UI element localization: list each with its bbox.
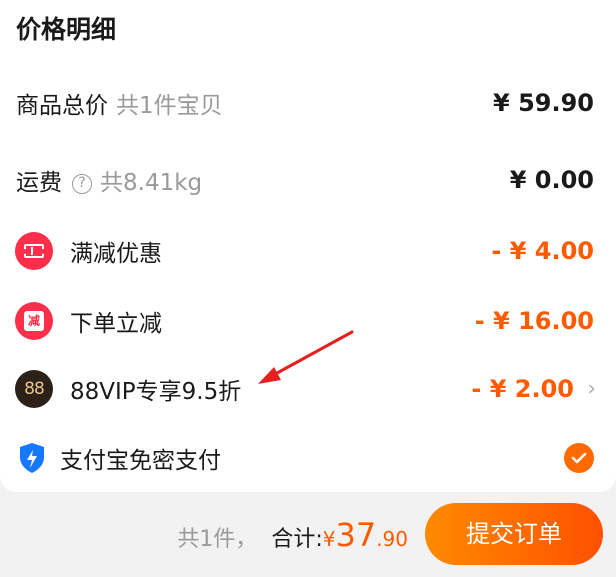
full-discount-row: 满减优惠 - ¥ 4.00 <box>0 223 616 279</box>
chevron-right-icon[interactable]: › <box>587 377 596 402</box>
total-summary: 共1件， 合计:¥37.90 <box>177 516 408 554</box>
goods-total-row: 商品总价 共1件宝贝 ¥ 59.90 <box>0 75 616 131</box>
check-icon[interactable] <box>564 443 594 473</box>
submit-order-button[interactable]: 提交订单 <box>425 503 603 565</box>
total-integer: 37 <box>335 515 377 554</box>
page-title: 价格明细 <box>16 15 117 44</box>
shipping-label: 运费 <box>16 170 62 196</box>
total-decimal: .90 <box>376 526 408 551</box>
goods-total-amount: ¥ 59.90 <box>493 89 594 117</box>
full-discount-amount: - ¥ 4.00 <box>491 237 594 265</box>
goods-count: 共1件宝贝 <box>116 93 223 119</box>
alipay-row[interactable]: 支付宝免密支付 <box>0 430 616 486</box>
annotation-arrow-icon <box>258 330 354 384</box>
alipay-label: 支付宝免密支付 <box>60 448 221 474</box>
order-discount-label: 下单立减 <box>70 311 162 337</box>
checkout-bar: 共1件， 合计:¥37.90 提交订单 <box>0 492 616 577</box>
jian-icon: 减 <box>15 302 53 340</box>
total-label: 合计: <box>271 526 323 552</box>
88vip-icon: 88 <box>15 370 53 408</box>
question-icon[interactable]: ? <box>72 174 92 194</box>
ticket-icon <box>15 232 53 270</box>
vip-discount-label: 88VIP专享9.5折 <box>70 379 242 405</box>
item-count: 共1件， <box>177 526 258 552</box>
alipay-shield-icon <box>20 443 44 473</box>
shipping-amount: ¥ 0.00 <box>509 166 594 194</box>
full-discount-label: 满减优惠 <box>70 241 162 267</box>
currency-symbol: ¥ <box>322 526 336 551</box>
shipping-weight: 共8.41kg <box>100 170 203 196</box>
price-detail-card: 价格明细 商品总价 共1件宝贝 ¥ 59.90 运费? 共8.41kg ¥ 0.00… <box>0 0 616 492</box>
shipping-row: 运费? 共8.41kg ¥ 0.00 <box>0 152 616 208</box>
goods-total-label: 商品总价 <box>16 93 108 119</box>
order-discount-amount: - ¥ 16.00 <box>474 307 594 335</box>
vip-discount-amount: - ¥ 2.00 <box>471 375 574 403</box>
